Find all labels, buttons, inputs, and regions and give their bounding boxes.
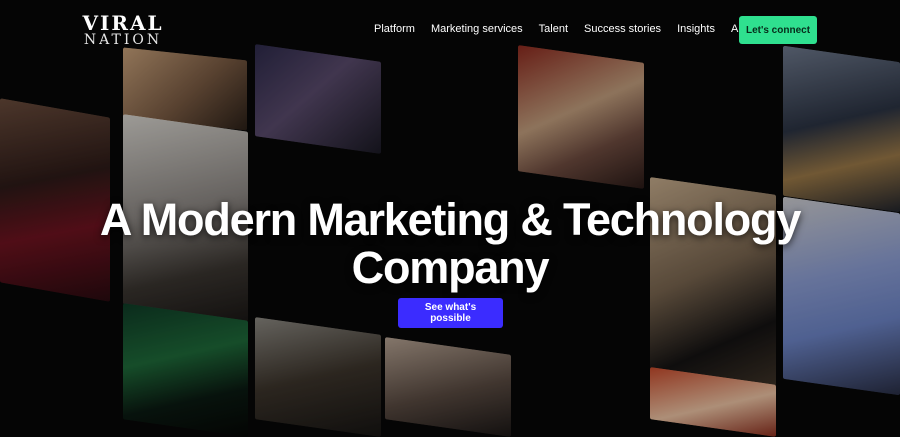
nav-marketing-services-link[interactable]: Marketing services <box>431 23 523 35</box>
photo-shade <box>255 44 381 154</box>
top-nav: Platform Marketing services Talent Succe… <box>374 22 760 36</box>
photo-shade <box>123 303 248 437</box>
photo-shade <box>518 45 644 189</box>
hero-photo-tile <box>385 337 511 437</box>
hero-headline: A Modern Marketing & Technology Company <box>99 194 802 293</box>
nav-talent-link[interactable]: Talent <box>539 23 568 35</box>
nav-insights-link[interactable]: Insights <box>677 23 715 35</box>
hero-photo-tile <box>255 317 381 437</box>
brand-logo[interactable]: VIRAL NATION <box>78 10 168 50</box>
photo-shade <box>255 317 381 437</box>
nav-success-stories-link[interactable]: Success stories <box>584 23 661 35</box>
hero-photo-tile <box>783 45 900 213</box>
hero-photo-tile <box>123 303 248 437</box>
hero-photo-tile <box>518 45 644 189</box>
hero-photo-tile <box>255 44 381 154</box>
nav-platform-link[interactable]: Platform <box>374 23 415 35</box>
photo-shade <box>783 45 900 213</box>
see-whats-possible-button[interactable]: See what's possible <box>398 298 503 328</box>
brand-logo-line1: VIRAL <box>82 11 164 35</box>
photo-shade <box>385 337 511 437</box>
brand-logo-line2: NATION <box>83 32 163 48</box>
lets-connect-button[interactable]: Let's connect <box>739 16 817 44</box>
